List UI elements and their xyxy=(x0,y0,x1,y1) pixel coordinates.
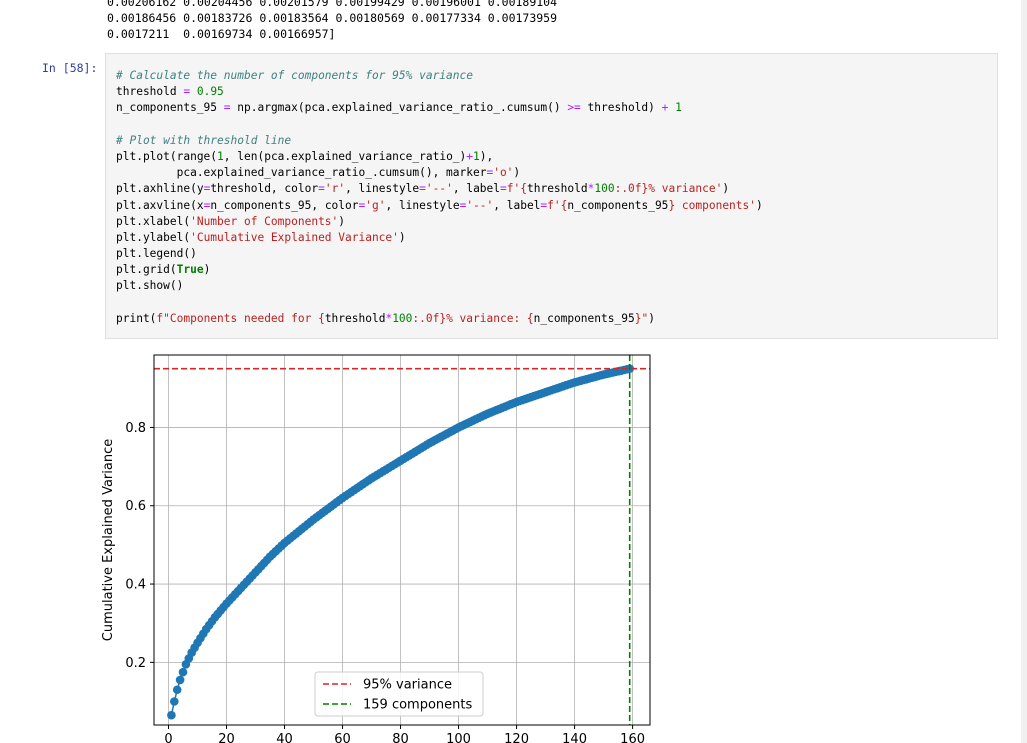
code-cell-editor[interactable]: # Calculate the number of components for… xyxy=(105,53,998,339)
output-line: 0.00206162 0.00204456 0.00201579 0.00199… xyxy=(107,0,558,9)
legend: 95% variance 159 components xyxy=(314,671,484,717)
code-line-16: print(f"Components needed for {threshold… xyxy=(116,311,655,325)
y-tick-label: 0.2 xyxy=(125,656,146,671)
grid-lines xyxy=(154,355,650,725)
axes-frame xyxy=(153,354,651,726)
x-tick-label: 60 xyxy=(334,732,351,743)
x-tick-label: 120 xyxy=(504,732,529,743)
data-point xyxy=(178,667,188,677)
code-line-10: plt.xlabel('Number of Components') xyxy=(116,214,346,228)
data-point xyxy=(172,685,182,695)
code-line-6: plt.plot(range(1, len(pca.explained_vari… xyxy=(116,149,494,163)
x-tick-label: 80 xyxy=(392,732,409,743)
code-line-8: plt.axhline(y=threshold, color='r', line… xyxy=(116,182,730,196)
code-line-3: n_components_95 = np.argmax(pca.explaine… xyxy=(116,101,682,115)
code-line-12: plt.legend() xyxy=(116,247,197,261)
data-point xyxy=(167,710,176,720)
code-line-11: plt.ylabel('Cumulative Explained Varianc… xyxy=(116,230,406,244)
code-line-2: threshold = 0.95 xyxy=(116,85,224,99)
x-tick-label: 0 xyxy=(164,732,172,743)
x-tick-label: 160 xyxy=(620,732,645,743)
cumulative-variance-plot: 0.2 0.4 0.6 0.8 0 20 40 60 80 100 120 140 160 Cumula… xyxy=(101,354,651,743)
y-tick-label: 0.4 xyxy=(125,578,146,593)
code-text[interactable]: # Calculate the number of components for… xyxy=(116,68,763,327)
y-tick-label: 0.8 xyxy=(125,421,146,436)
output-line: 0.0017211 0.00169734 0.00166957] xyxy=(107,27,336,41)
code-line-1: # Calculate the number of components for… xyxy=(116,69,473,82)
data-point xyxy=(175,675,185,685)
y-tick-label: 0.6 xyxy=(125,499,146,514)
legend-label: 95% variance xyxy=(363,678,452,693)
cell-prompt: In [58]: xyxy=(42,61,98,75)
previous-cell-output: 0.00206162 0.00204456 0.00201579 0.00199… xyxy=(107,0,557,42)
x-tick-label: 100 xyxy=(446,732,471,743)
code-line-13: plt.grid(True) xyxy=(116,263,211,277)
vertical-scrollbar[interactable] xyxy=(1021,0,1027,743)
code-line-9: plt.axvline(x=n_components_95, color='g'… xyxy=(116,198,763,212)
output-line: 0.00186456 0.00183726 0.00183564 0.00180… xyxy=(107,11,558,25)
x-tick-label: 140 xyxy=(562,732,587,743)
code-line-14: plt.show() xyxy=(116,279,184,293)
legend-label: 159 components xyxy=(363,698,472,713)
reference-lines xyxy=(154,355,650,725)
notebook-page: 0.00206162 0.00204456 0.00201579 0.00199… xyxy=(0,0,1027,743)
code-line-7: pca.explained_variance_ratio_.cumsum(), … xyxy=(116,166,521,180)
code-line-5: # Plot with threshold line xyxy=(116,133,292,147)
x-tick-label: 40 xyxy=(276,732,293,743)
x-tick-label: 20 xyxy=(218,732,235,743)
data-point xyxy=(170,697,179,706)
y-axis-label: Cumulative Explained Variance xyxy=(101,439,116,641)
